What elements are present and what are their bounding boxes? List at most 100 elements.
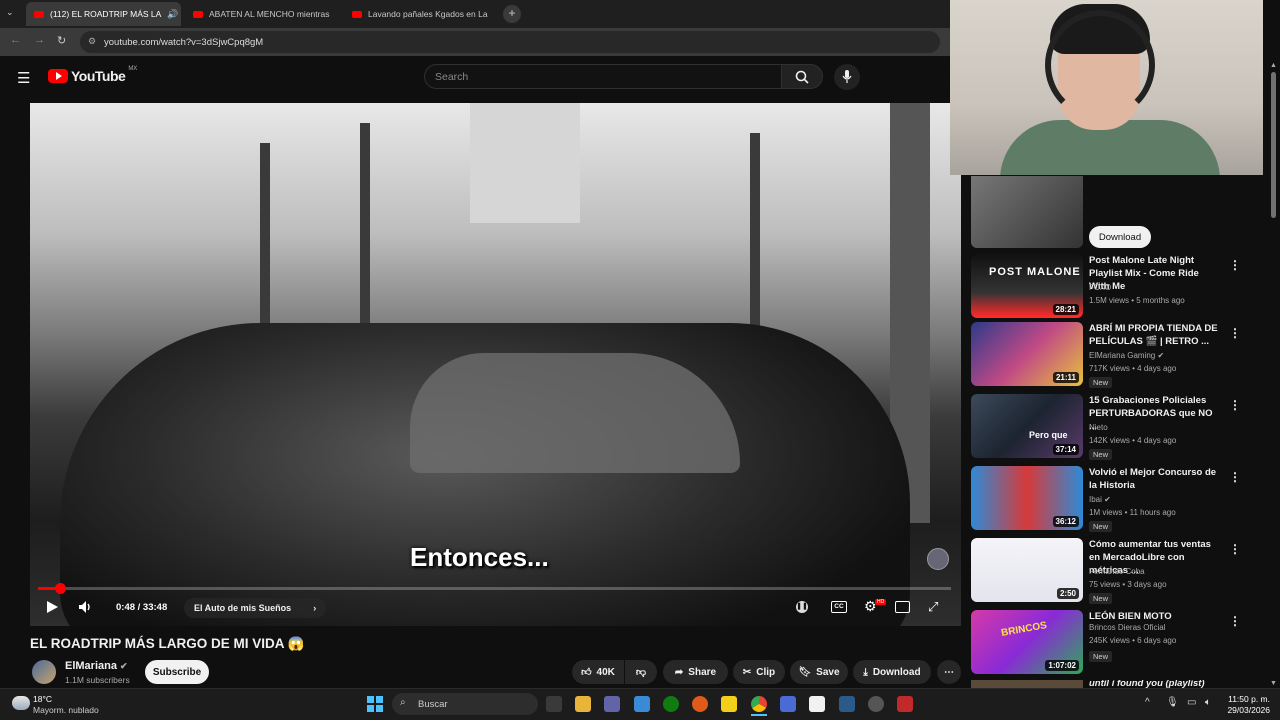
video-thumbnail[interactable]: 2:50 [971,538,1083,602]
list-item[interactable]: 2:50 Cómo aumentar tus ventas en Mercado… [971,538,1271,604]
more-vertical-icon[interactable]: ⋮ [1229,614,1241,628]
task-view-icon[interactable] [546,696,562,712]
more-vertical-icon[interactable]: ⋮ [1229,326,1241,340]
tab-lavando[interactable]: Lavando pañales Kgados en La ✕ [344,2,499,26]
reload-icon[interactable]: ↻ [57,34,66,47]
back-arrow-icon[interactable]: ← [10,34,21,46]
channel-name[interactable]: Nieto [1089,423,1108,432]
tab-roadtrip[interactable]: (112) EL ROADTRIP MÁS LA 🔊 ✕ [26,2,181,26]
app-orange-icon[interactable] [692,696,708,712]
channel-name[interactable]: Fernando Coba [1089,567,1145,576]
forward-arrow-icon[interactable]: → [34,34,45,46]
list-item[interactable]: until i found you (playlist) [971,680,1271,688]
more-vertical-icon[interactable]: ⋮ [1229,542,1241,556]
save-button[interactable]: 🔖︎ Save [790,660,848,684]
scrollbar-thumb[interactable] [1271,72,1276,218]
video-title[interactable]: until i found you (playlist) [1089,680,1205,688]
subtitles-icon[interactable]: CC [831,601,847,613]
scissors-icon: ✂ [742,666,752,678]
progress-scrubber[interactable] [54,583,66,594]
xbox-icon[interactable] [663,696,679,712]
chrome-icon[interactable] [751,696,767,712]
channel-name[interactable]: ElMariana Gaming ✔ [1089,351,1164,360]
tab-mencho[interactable]: ABATEN AL MENCHO mientras ✕ [185,2,340,26]
search-button[interactable] [781,64,823,89]
video-thumbnail[interactable]: POST MALONE 28:21 [971,254,1083,318]
progress-bar[interactable] [38,583,951,594]
channel-avatar[interactable] [32,660,56,684]
youtube-logo[interactable]: YouTube MX [48,66,137,84]
app-red-icon[interactable] [897,696,913,712]
list-item[interactable]: 21:11 ABRÍ MI PROPIA TIENDA DE PELÍCULAS… [971,322,1271,388]
voice-search-button[interactable] [834,64,860,90]
video-thumbnail[interactable] [971,680,1083,688]
channel-watermark[interactable] [927,548,949,570]
channel-name[interactable]: ElMariana ✔ [65,660,128,672]
volume-tray-icon[interactable]: 🔈︎ [1205,697,1211,708]
play-button[interactable] [45,600,59,617]
app-blue-icon[interactable] [780,696,796,712]
close-icon[interactable]: ✕ [498,9,499,20]
list-item[interactable]: POST MALONE 28:21 Post Malone Late Night… [971,254,1271,318]
clock-time[interactable]: 11:50 p. m. [1226,694,1270,704]
app-davinci-icon[interactable] [839,696,855,712]
menu-hamburger-icon[interactable]: ☰ [17,69,30,87]
tray-chevron-icon[interactable]: ^ [1145,697,1150,708]
subscriber-count: 1.1M subscribers [65,675,130,685]
video-title[interactable]: 15 Grabaciones Policiales PERTURBADORAS … [1089,394,1221,433]
fullscreen-icon[interactable]: ⤢ [928,599,938,615]
chapter-button[interactable]: El Auto de mis Sueños › [184,598,327,618]
more-vertical-icon[interactable]: ⋮ [1229,258,1241,272]
photos-icon[interactable] [634,696,650,712]
channel-name[interactable]: Ibai ✔ [1089,495,1111,504]
weather-temp[interactable]: 18°C [33,694,52,704]
mute-button[interactable] [78,600,94,617]
microphone-tray-icon[interactable]: 🎙︎ [1166,697,1179,708]
list-item[interactable]: Pero que 37:14 15 Grabaciones Policiales… [971,394,1271,460]
scroll-up-icon[interactable]: ▲ [1270,62,1277,69]
current-thumbnail[interactable] [971,176,1083,248]
dislike-button[interactable]: 👎︎ [625,660,657,684]
video-thumbnail[interactable]: 36:12 [971,466,1083,530]
share-button[interactable]: ➦ Share [663,660,728,684]
like-button[interactable]: 👍︎ 40K [572,660,624,684]
video-title[interactable]: ABRÍ MI PROPIA TIENDA DE PELÍCULAS 🎬 | R… [1089,322,1221,348]
more-vertical-icon[interactable]: ⋮ [1229,470,1241,484]
video-thumbnail[interactable]: Pero que 37:14 [971,394,1083,458]
search-input[interactable]: Search [424,64,782,89]
more-vertical-icon[interactable]: ⋮ [1229,398,1241,412]
windows-start-icon[interactable] [367,696,383,712]
tab-list-chevron-icon[interactable]: ⌄ [6,7,14,18]
sidebar-download-button[interactable]: Download [1089,226,1151,248]
taskbar-search[interactable]: ⌕ Buscar [392,693,538,715]
scroll-down-icon[interactable]: ▼ [1270,680,1277,687]
teams-icon[interactable] [604,696,620,712]
site-info-icon[interactable]: ⚙ [88,36,96,47]
url-field[interactable]: ⚙ youtube.com/watch?v=3dSjwCpq8gM [80,31,940,53]
app-z-icon[interactable] [721,696,737,712]
channel-name[interactable]: FCXO [1089,283,1111,292]
list-item[interactable]: 36:12 Volvió el Mejor Concurso de la His… [971,466,1271,532]
weather-desc[interactable]: Mayorm. nublado [33,705,99,715]
youtube-play-icon [48,69,68,83]
close-icon[interactable]: ✕ [339,9,340,20]
video-title[interactable]: Volvió el Mejor Concurso de la Historia [1089,466,1221,492]
weather-cloud-icon[interactable] [12,696,30,710]
clip-button[interactable]: ✂ Clip [733,660,785,684]
channel-name[interactable]: Brincos Dieras Oficial [1089,623,1165,632]
new-tab-plus-icon[interactable]: + [503,5,521,23]
video-thumbnail[interactable]: 21:11 [971,322,1083,386]
video-thumbnail[interactable]: BRINCOS 1:07:02 [971,610,1083,674]
subscribe-button[interactable]: Subscribe [145,660,209,684]
network-icon[interactable]: ▭ [1187,697,1196,708]
video-title[interactable]: LEÓN BIEN MOTO [1089,610,1221,623]
download-button[interactable]: ⤓ Download [853,660,931,684]
list-item[interactable]: BRINCOS 1:07:02 LEÓN BIEN MOTO Brincos D… [971,610,1271,674]
more-actions-button[interactable]: ⋯ [937,660,961,684]
clock-date[interactable]: 29/03/2026 [1226,705,1270,715]
autoplay-toggle-icon[interactable]: ❚❚ [796,601,808,613]
app-white-icon[interactable] [809,696,825,712]
obs-icon[interactable] [868,696,884,712]
file-explorer-icon[interactable] [575,696,591,712]
theater-mode-icon[interactable] [895,601,910,613]
